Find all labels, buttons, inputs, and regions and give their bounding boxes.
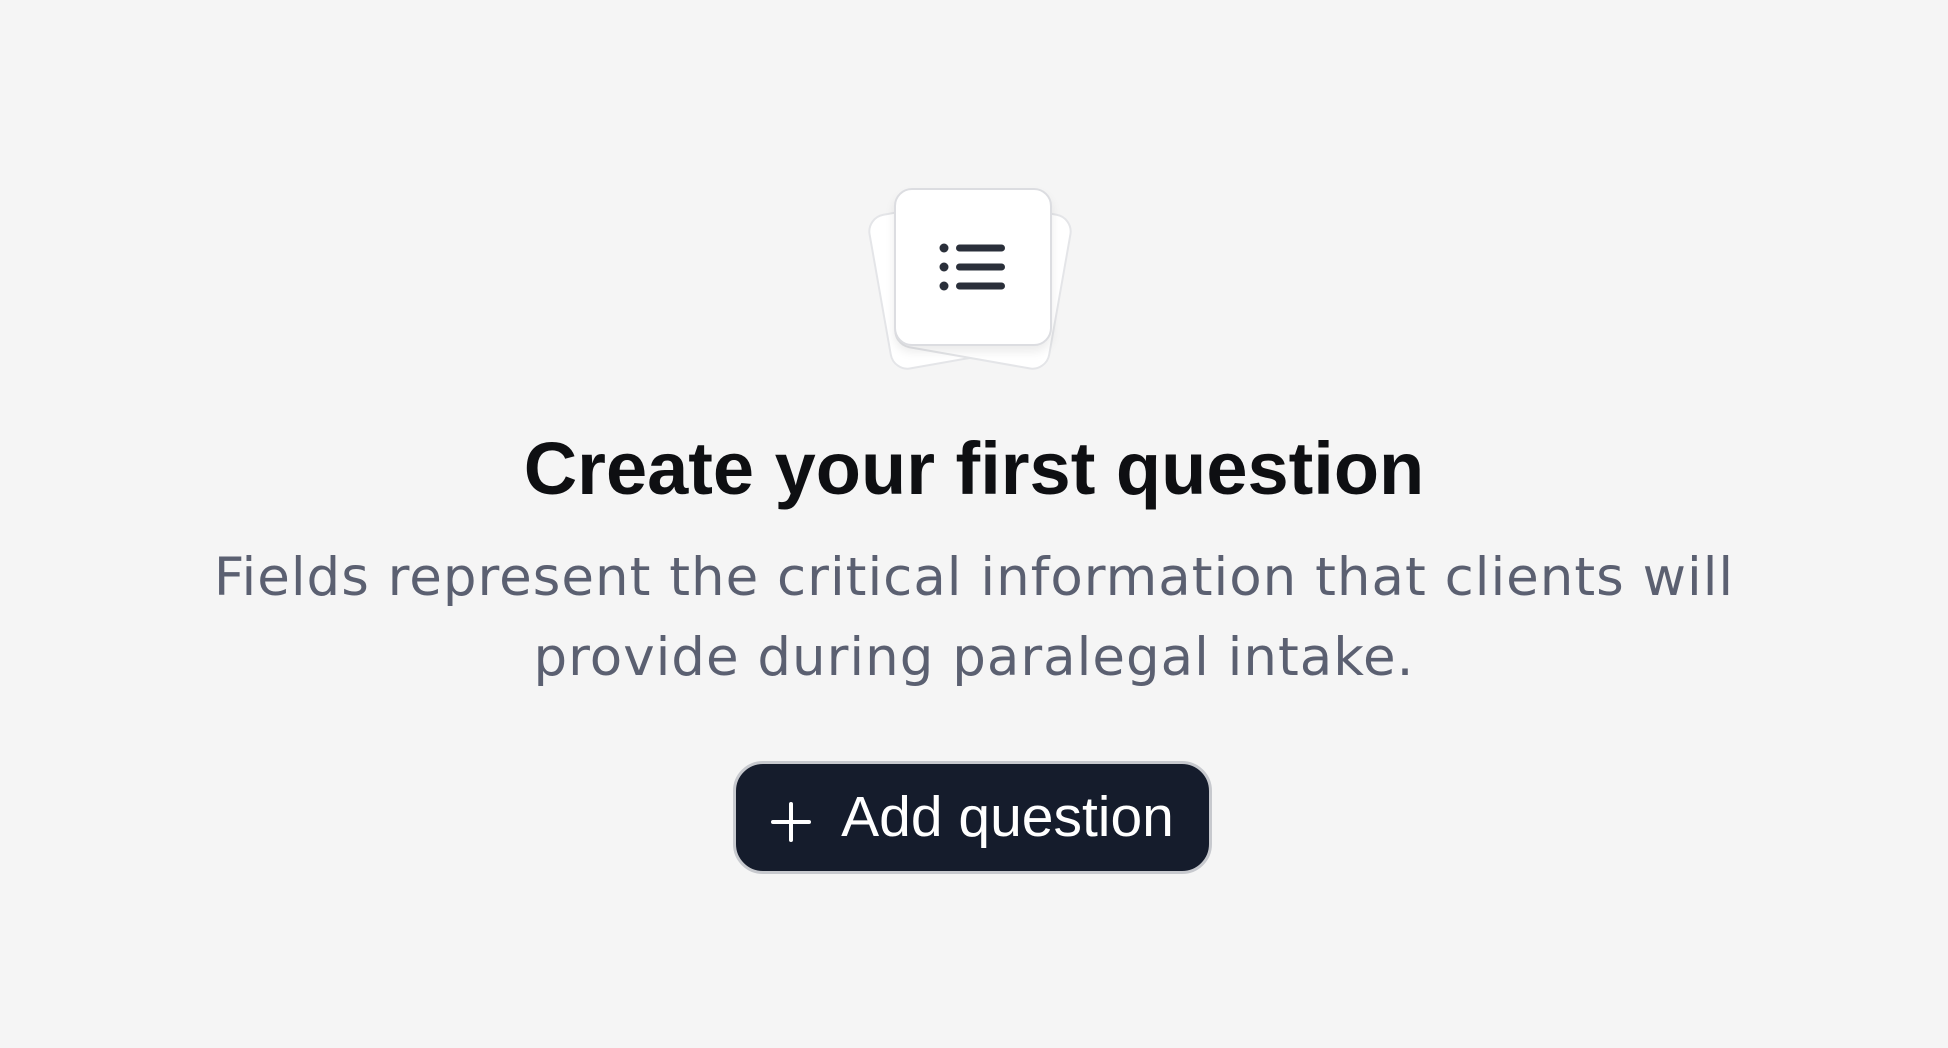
plus-icon xyxy=(771,801,812,842)
empty-state: Create your first question Fields repres… xyxy=(0,0,1948,1048)
add-question-label: Add question xyxy=(841,785,1174,849)
question-cards-illustration xyxy=(860,188,1080,373)
empty-state-title: Create your first question xyxy=(523,427,1425,510)
list-icon xyxy=(939,241,1007,293)
empty-state-description: Fields represent the critical informatio… xyxy=(213,547,1735,688)
add-question-button[interactable]: Add question xyxy=(733,761,1212,874)
card-front xyxy=(894,188,1052,346)
